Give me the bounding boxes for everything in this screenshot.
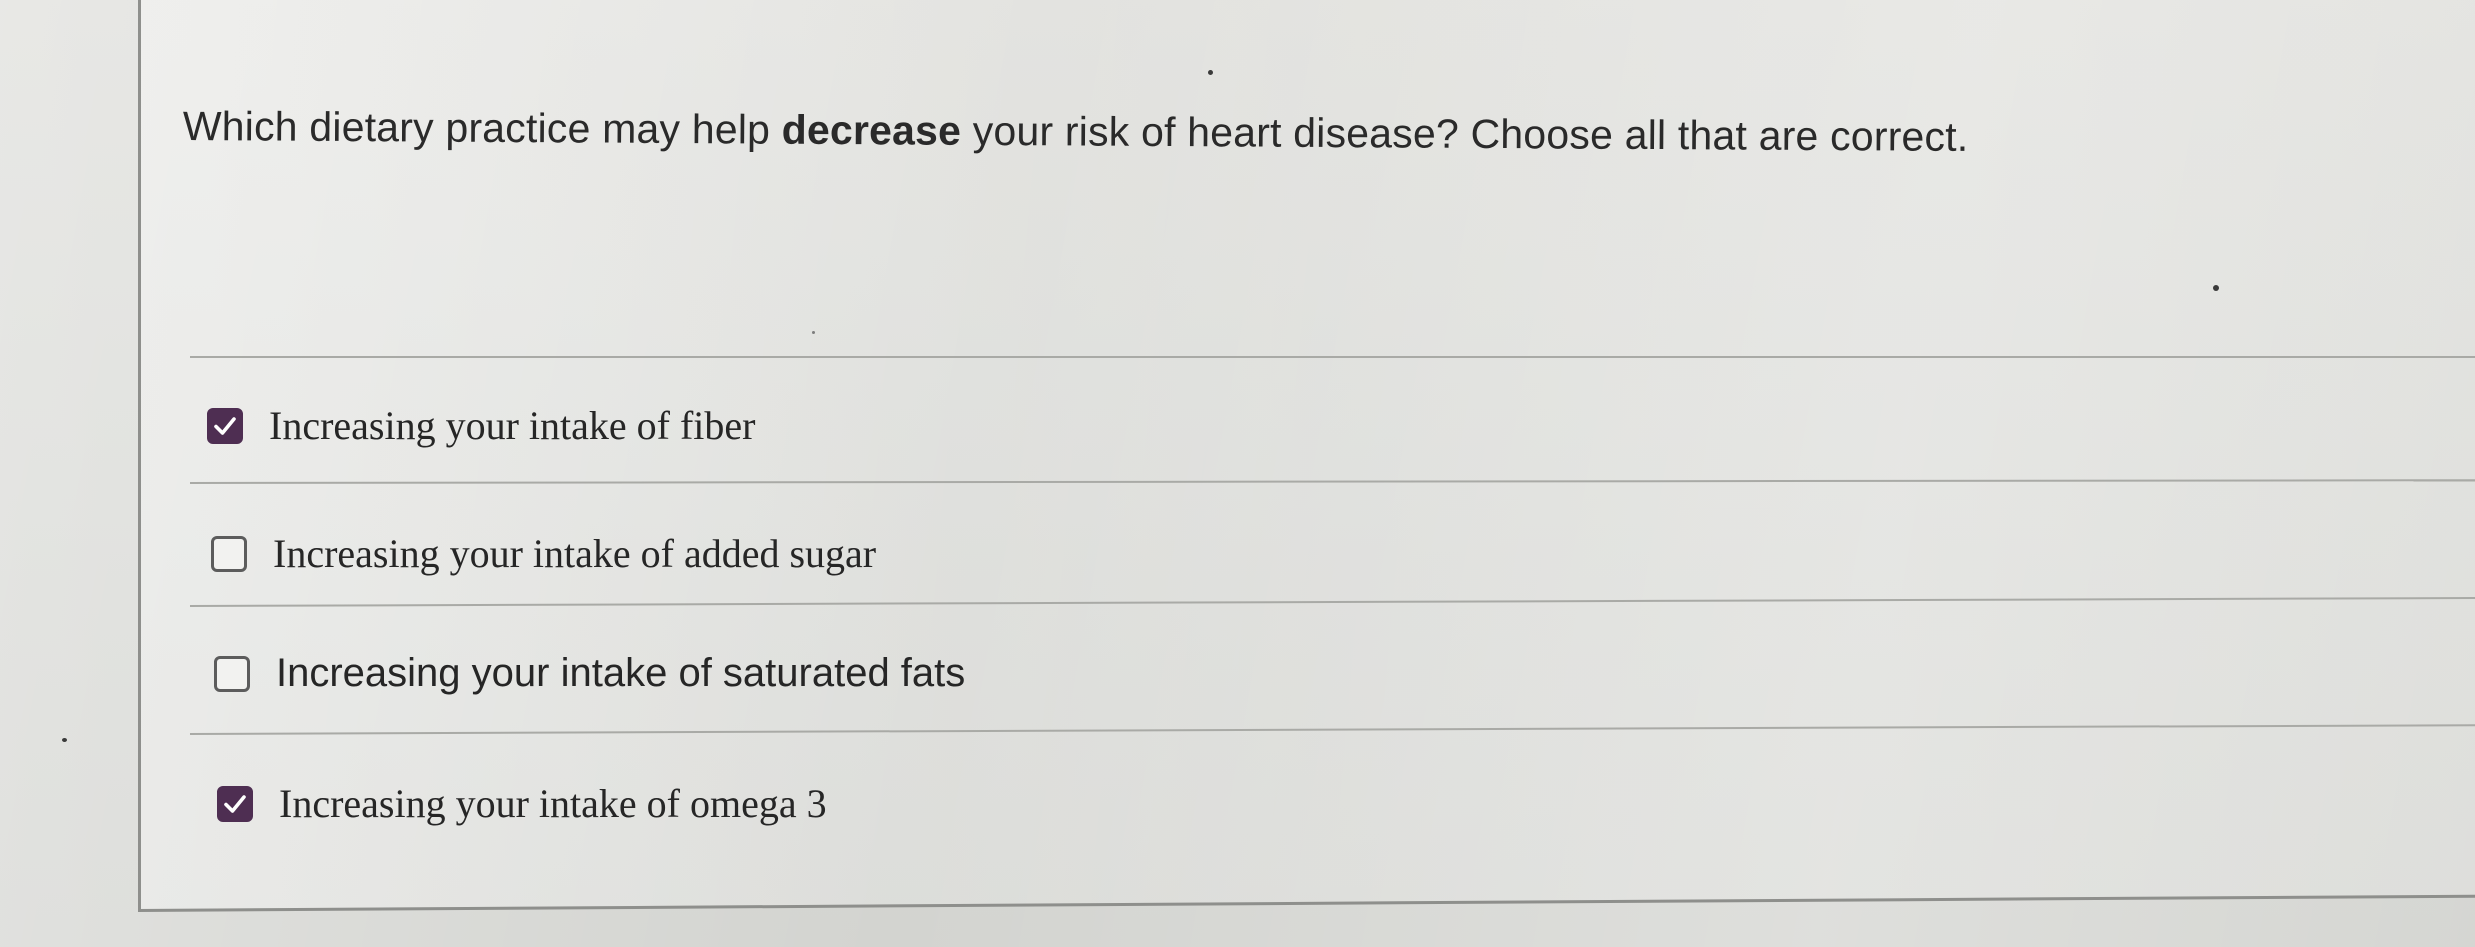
photo-of-screen: Which dietary practice may help decrease… — [0, 0, 2475, 947]
option-label-omega-3: Increasing your intake of omega 3 — [279, 781, 827, 826]
dust-speck — [1208, 70, 1213, 75]
checkbox-added-sugar[interactable] — [211, 535, 247, 572]
dust-speck — [62, 738, 67, 742]
option-omega-3[interactable]: Increasing your intake of omega 3 — [217, 780, 827, 827]
dust-speck — [2213, 285, 2219, 291]
checkmark-icon — [214, 416, 236, 435]
dust-speck — [812, 331, 815, 334]
checkbox-fiber[interactable] — [207, 407, 243, 444]
checkmark-icon — [224, 794, 246, 813]
option-fiber[interactable]: Increasing your intake of fiber — [207, 402, 755, 449]
option-added-sugar[interactable]: Increasing your intake of added sugar — [211, 530, 876, 577]
option-label-saturated-fats: Increasing your intake of saturated fats — [276, 651, 966, 695]
option-label-fiber: Increasing your intake of fiber — [269, 403, 756, 448]
question-emphasis: decrease — [781, 106, 962, 154]
checkbox-omega-3[interactable] — [217, 785, 253, 822]
divider-top — [190, 356, 2475, 358]
question-prefix: Which dietary practice may help — [182, 103, 771, 153]
checkbox-saturated-fats[interactable] — [214, 655, 250, 692]
option-saturated-fats[interactable]: Increasing your intake of saturated fats — [214, 651, 965, 696]
question-suffix: your risk of heart disease? Choose all t… — [972, 107, 1969, 160]
option-label-added-sugar: Increasing your intake of added sugar — [273, 531, 877, 576]
